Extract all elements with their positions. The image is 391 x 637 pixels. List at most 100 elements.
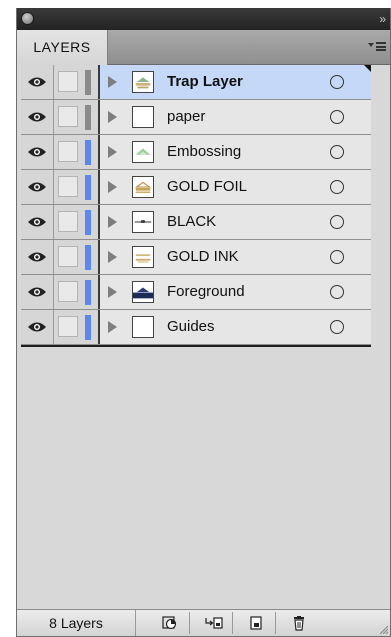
visibility-toggle[interactable]: [21, 135, 54, 169]
eye-icon: [28, 217, 46, 227]
expand-triangle-icon[interactable]: [108, 146, 117, 158]
visibility-toggle[interactable]: [21, 100, 54, 134]
eye-icon: [28, 322, 46, 332]
target-circle-icon[interactable]: [330, 75, 344, 89]
expand-triangle-icon[interactable]: [108, 216, 117, 228]
layer-row[interactable]: paper: [21, 100, 371, 135]
visibility-toggle[interactable]: [21, 240, 54, 274]
layer-name[interactable]: Trap Layer: [167, 65, 243, 99]
lock-toggle[interactable]: [54, 240, 100, 274]
panel-footer: 8 Layers: [17, 609, 390, 636]
create-new-layer-button[interactable]: [236, 612, 276, 634]
target-circle-icon[interactable]: [330, 285, 344, 299]
eye-icon: [28, 252, 46, 262]
layer-row[interactable]: Guides: [21, 310, 371, 345]
panel-menu-icon[interactable]: [368, 40, 386, 54]
target-circle-icon[interactable]: [330, 320, 344, 334]
layer-thumbnail: [132, 316, 154, 338]
current-layer-indicator-icon: [364, 65, 371, 72]
eye-icon: [28, 182, 46, 192]
resize-grip-icon[interactable]: [378, 624, 388, 634]
layer-color-swatch: [85, 70, 91, 95]
new-sublayer-icon: [205, 617, 223, 629]
layer-row[interactable]: Embossing: [21, 135, 371, 170]
layer-color-swatch: [85, 280, 91, 305]
delete-layer-button[interactable]: [279, 612, 319, 634]
target-circle-icon[interactable]: [330, 180, 344, 194]
layer-row[interactable]: Trap Layer: [21, 65, 371, 100]
lock-checkbox[interactable]: [58, 281, 78, 302]
visibility-toggle[interactable]: [21, 65, 54, 99]
layer-color-swatch: [85, 210, 91, 235]
layer-thumbnail: [132, 71, 154, 93]
layer-count: 8 Layers: [17, 610, 136, 636]
layers-panel: » LAYERS Trap Layer paper Embossing GOLD…: [16, 8, 391, 637]
trash-icon: [294, 616, 304, 631]
layer-thumbnail: [132, 176, 154, 198]
lock-toggle[interactable]: [54, 135, 100, 169]
layer-color-swatch: [85, 315, 91, 340]
lock-checkbox[interactable]: [58, 71, 78, 92]
visibility-toggle[interactable]: [21, 310, 54, 344]
layer-name[interactable]: paper: [167, 100, 205, 134]
layer-name[interactable]: Embossing: [167, 135, 241, 169]
lock-toggle[interactable]: [54, 170, 100, 204]
layer-color-swatch: [85, 175, 91, 200]
target-circle-icon[interactable]: [330, 250, 344, 264]
layers-list: Trap Layer paper Embossing GOLD FOIL BLA…: [21, 65, 371, 347]
tab-layers[interactable]: LAYERS: [17, 30, 108, 65]
lock-toggle[interactable]: [54, 100, 100, 134]
lock-toggle[interactable]: [54, 310, 100, 344]
expand-triangle-icon[interactable]: [108, 251, 117, 263]
layer-name[interactable]: Foreground: [167, 275, 245, 309]
make-clipping-mask-button[interactable]: [150, 612, 190, 634]
lock-toggle[interactable]: [54, 65, 100, 99]
target-circle-icon[interactable]: [330, 145, 344, 159]
layer-thumbnail: [132, 106, 154, 128]
clipping-mask-icon: [162, 616, 177, 630]
eye-icon: [28, 112, 46, 122]
layer-color-swatch: [85, 140, 91, 165]
layer-name[interactable]: BLACK: [167, 205, 216, 239]
lock-checkbox[interactable]: [58, 176, 78, 197]
lock-checkbox[interactable]: [58, 246, 78, 267]
layer-name[interactable]: GOLD FOIL: [167, 170, 247, 204]
lock-checkbox[interactable]: [58, 316, 78, 337]
layer-color-swatch: [85, 105, 91, 130]
expand-triangle-icon[interactable]: [108, 181, 117, 193]
expand-triangle-icon[interactable]: [108, 321, 117, 333]
lock-toggle[interactable]: [54, 275, 100, 309]
layer-name[interactable]: GOLD INK: [167, 240, 239, 274]
lock-checkbox[interactable]: [58, 106, 78, 127]
expand-triangle-icon[interactable]: [108, 111, 117, 123]
target-circle-icon[interactable]: [330, 110, 344, 124]
new-layer-icon: [250, 616, 262, 630]
layer-color-swatch: [85, 245, 91, 270]
lock-toggle[interactable]: [54, 205, 100, 239]
expand-triangle-icon[interactable]: [108, 286, 117, 298]
create-sublayer-button[interactable]: [193, 612, 233, 634]
layer-row[interactable]: GOLD INK: [21, 240, 371, 275]
layer-thumbnail: [132, 211, 154, 233]
panel-titlebar[interactable]: »: [17, 8, 390, 30]
lock-checkbox[interactable]: [58, 211, 78, 232]
eye-icon: [28, 287, 46, 297]
eye-icon: [28, 147, 46, 157]
panel-tabbar: LAYERS: [17, 30, 390, 65]
eye-icon: [28, 77, 46, 87]
target-circle-icon[interactable]: [330, 215, 344, 229]
layer-thumbnail: [132, 281, 154, 303]
visibility-toggle[interactable]: [21, 170, 54, 204]
layer-thumbnail: [132, 141, 154, 163]
layer-row[interactable]: Foreground: [21, 275, 371, 310]
layer-name[interactable]: Guides: [167, 310, 215, 344]
layer-row[interactable]: GOLD FOIL: [21, 170, 371, 205]
collapse-panel-icon[interactable]: »: [379, 12, 386, 26]
expand-triangle-icon[interactable]: [108, 76, 117, 88]
visibility-toggle[interactable]: [21, 205, 54, 239]
close-panel-button[interactable]: [21, 12, 34, 25]
layer-row[interactable]: BLACK: [21, 205, 371, 240]
visibility-toggle[interactable]: [21, 275, 54, 309]
layer-thumbnail: [132, 246, 154, 268]
lock-checkbox[interactable]: [58, 141, 78, 162]
